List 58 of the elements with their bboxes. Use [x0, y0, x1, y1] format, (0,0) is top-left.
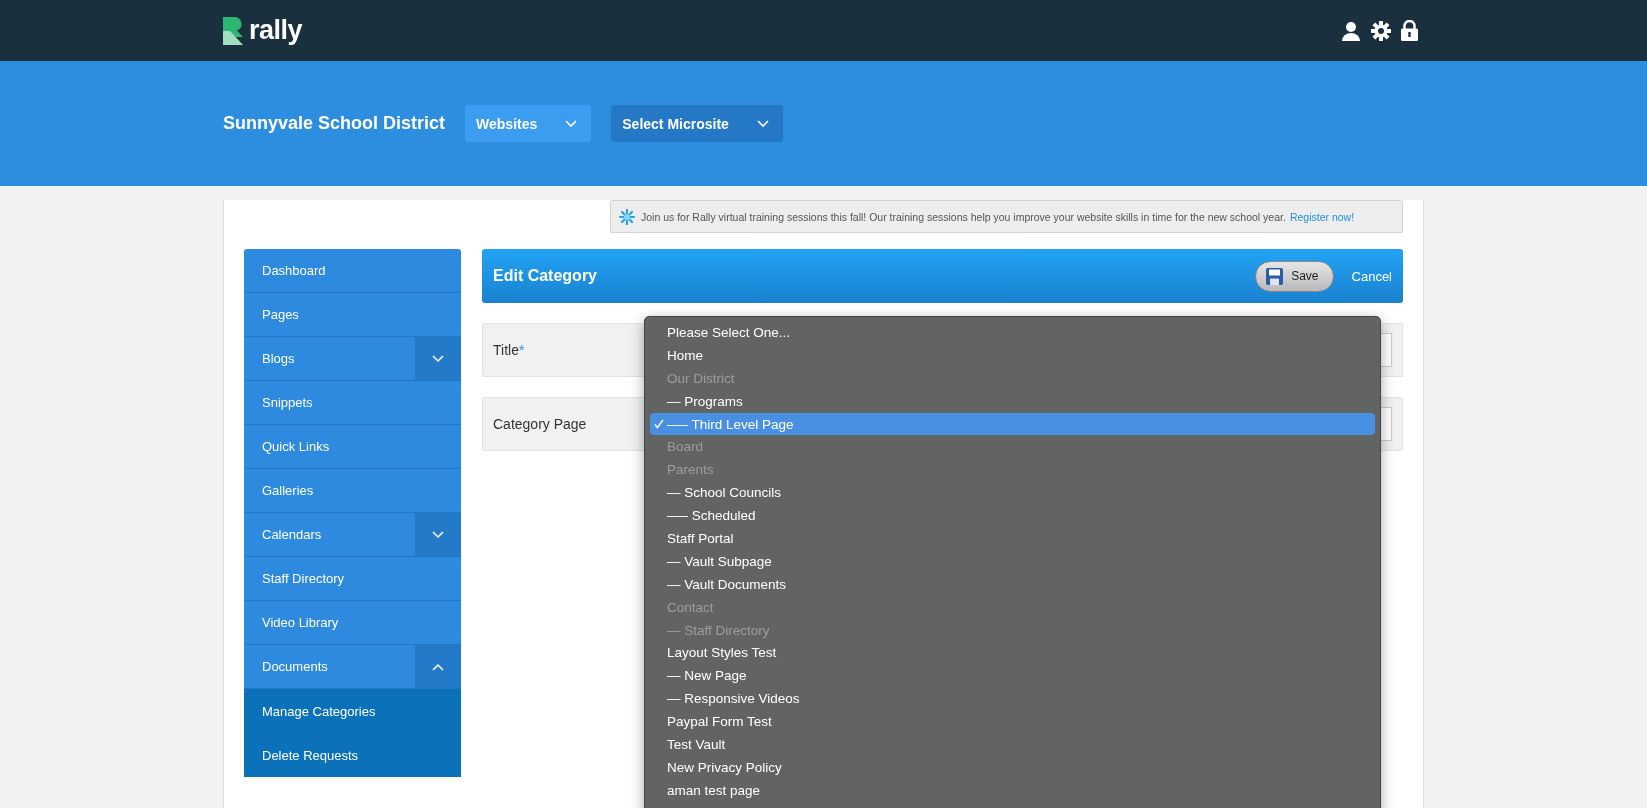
dropdown-option: Contact — [650, 595, 1375, 619]
collapse-toggle[interactable] — [415, 645, 461, 688]
cancel-link[interactable]: Cancel — [1351, 268, 1392, 284]
dropdown-option[interactable]: — Programs — [650, 389, 1375, 413]
sidebar-item[interactable]: Calendars — [244, 513, 461, 557]
snowflake-icon — [619, 208, 635, 225]
checkmark-icon — [654, 419, 664, 429]
sidebar-item[interactable]: Galleries — [244, 469, 461, 513]
dropdown-option: Board — [650, 435, 1375, 459]
chevron-down-icon — [565, 119, 578, 128]
dropdown-option[interactable]: — School Councils — [650, 481, 1375, 505]
settings-icon[interactable] — [1371, 20, 1391, 41]
dropdown-option[interactable]: Staff Portal — [650, 527, 1375, 550]
dropdown-option[interactable]: — New Page — [650, 664, 1375, 688]
site-menu[interactable]: Websites — [465, 105, 592, 142]
dropdown-option[interactable]: aman test page — [650, 778, 1375, 802]
dropdown-option[interactable]: — Vault Documents — [650, 572, 1375, 596]
sidebar-subitem[interactable]: Manage Categories — [244, 689, 461, 733]
sidebar-subitem[interactable]: Delete Requests — [244, 733, 461, 777]
dropdown-option: — Staff Directory — [650, 618, 1375, 642]
dropdown-option[interactable]: Please Select One... — [650, 321, 1375, 344]
site-title: Sunnyvale School District — [223, 113, 446, 134]
expand-toggle[interactable] — [415, 337, 461, 380]
dropdown-option[interactable]: — Vault Subpage — [650, 549, 1375, 573]
sidebar-item[interactable]: Snippets — [244, 381, 461, 425]
dropdown-option[interactable]: Test Vault — [650, 733, 1375, 756]
brand-name: rally — [249, 15, 303, 46]
dropdown-option[interactable]: Paypal Form Test — [650, 710, 1375, 734]
dropdown-option[interactable]: Layout Styles Test — [650, 641, 1375, 665]
dropdown-option[interactable]: — Responsive Videos — [650, 687, 1375, 711]
dropdown-option[interactable]: New Privacy Policy — [650, 755, 1375, 779]
chevron-down-icon — [756, 119, 769, 128]
notice-text: Join us for Rally virtual training sessions this fall! Our training sessions help you improve your website skills in time for the new school year. — [641, 210, 1286, 223]
sidebar-item[interactable]: Dashboard — [244, 249, 461, 293]
logo-icon — [223, 16, 245, 45]
dropdown-option[interactable]: —– Third Level Page — [650, 412, 1375, 436]
panel-title: Edit Category — [493, 267, 598, 285]
site-menu[interactable]: Select Microsite — [611, 105, 783, 142]
expand-toggle[interactable] — [415, 513, 461, 556]
field-label: Category Page — [493, 416, 587, 432]
sidebar-item[interactable]: Staff Directory — [244, 557, 461, 601]
user-icon[interactable] — [1341, 20, 1361, 41]
save-button[interactable]: Save — [1255, 260, 1334, 292]
sidebar-item[interactable]: Quick Links — [244, 425, 461, 469]
sidebar-item[interactable]: Video Library — [244, 601, 461, 645]
chevron-down-icon — [432, 530, 444, 539]
chevron-up-icon — [432, 662, 444, 671]
sidebar-item[interactable]: Blogs — [244, 337, 461, 381]
field-label: Title* — [493, 342, 525, 358]
dropdown-option: Parents — [650, 458, 1375, 482]
sidebar-item[interactable]: Pages — [244, 293, 461, 337]
lock-icon[interactable] — [1401, 20, 1418, 41]
dropdown-option: Our District — [650, 366, 1375, 390]
sidebar-item[interactable]: Documents — [244, 645, 461, 689]
dropdown-option[interactable]: Home — [650, 343, 1375, 367]
dropdown-option[interactable]: —– Scheduled — [650, 504, 1375, 527]
register-link[interactable]: Register now! — [1289, 210, 1355, 223]
chevron-down-icon — [432, 354, 444, 363]
